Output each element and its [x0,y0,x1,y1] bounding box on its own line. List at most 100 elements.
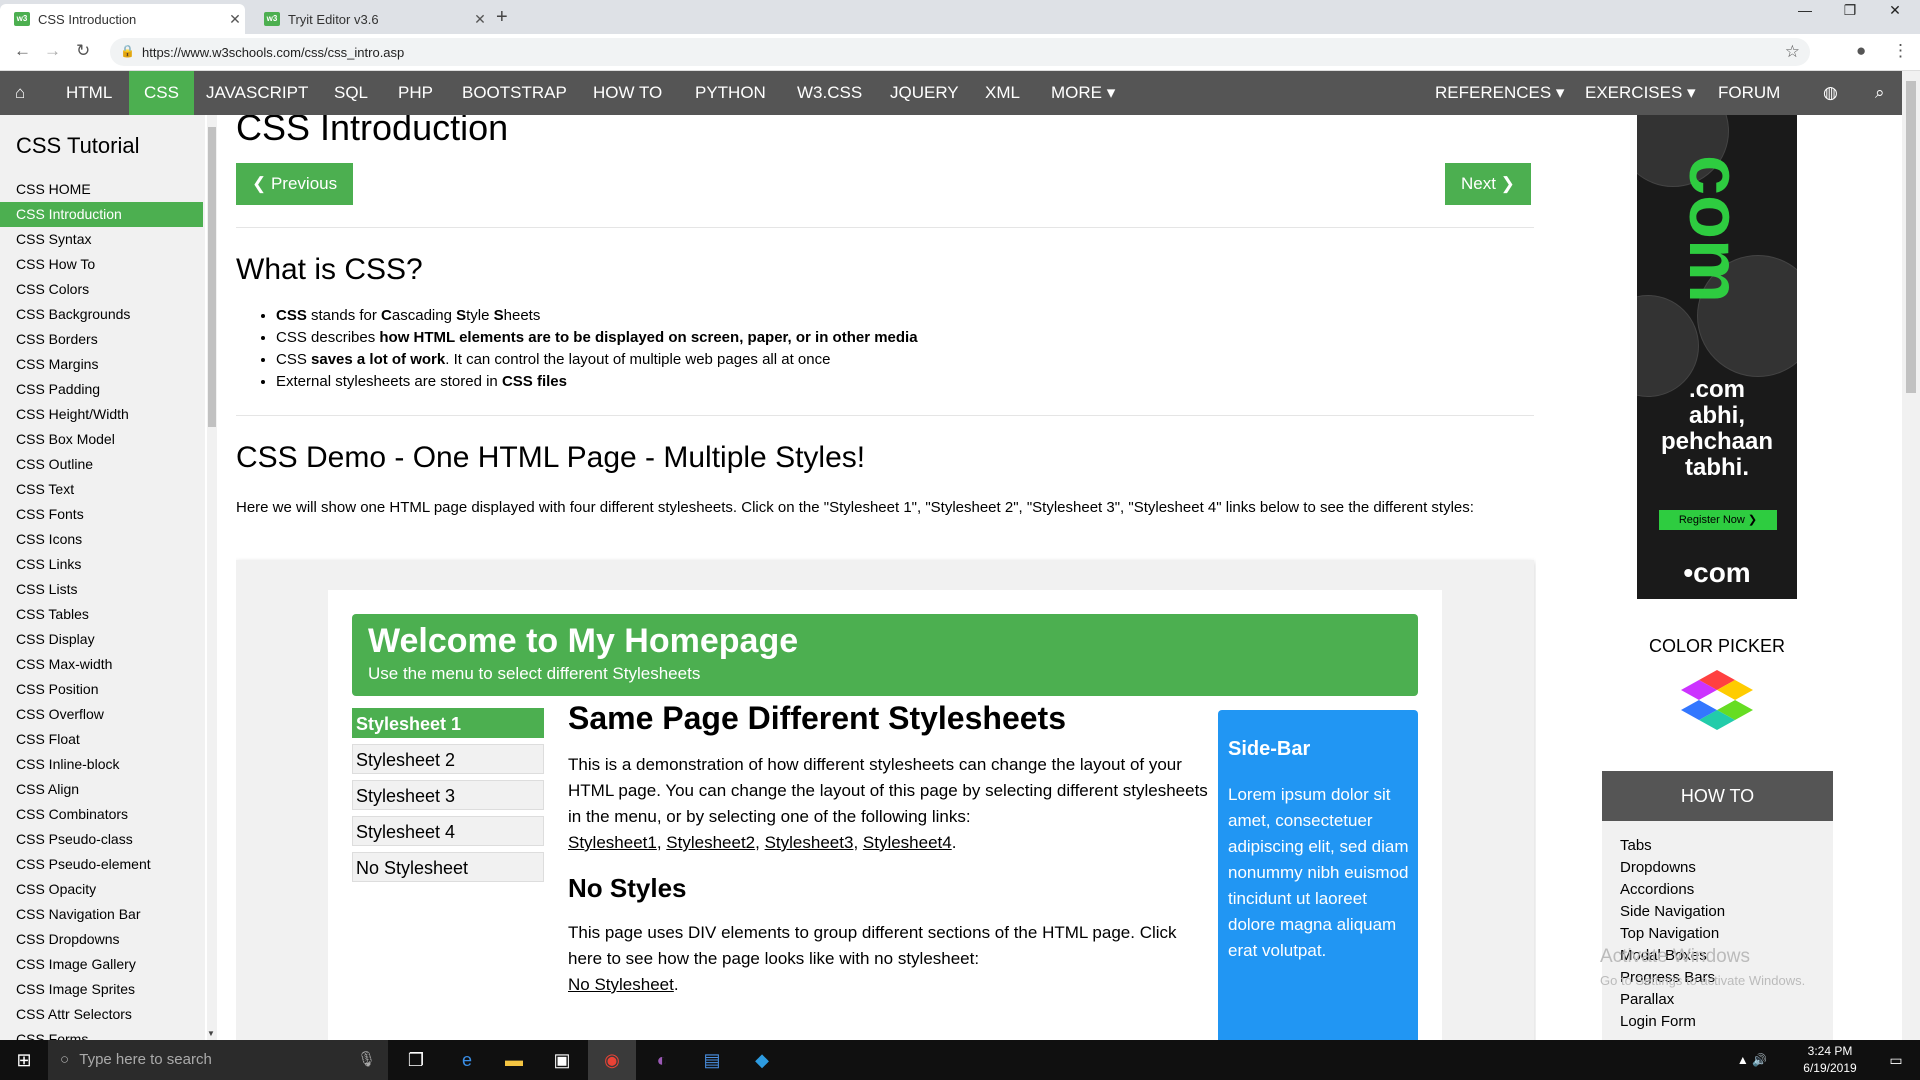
sidebar-item-css-align[interactable]: CSS Align [0,777,203,802]
sidebar-item-css-opacity[interactable]: CSS Opacity [0,877,203,902]
close-tab-icon[interactable]: ✕ [225,11,245,28]
sidebar-item-css-display[interactable]: CSS Display [0,627,203,652]
stylesheet3-inline-link[interactable]: Stylesheet3 [765,833,854,852]
sidebar-scrollbar[interactable]: ▼ [207,115,217,1040]
nav-more[interactable]: MORE ▾ [1036,71,1130,115]
nav-forum[interactable]: FORUM [1703,71,1795,115]
taskbar-search-box[interactable]: ○ Type here to search 🎙 [48,1040,388,1080]
no-stylesheet-link[interactable]: No Stylesheet [352,852,544,882]
howto-accordions-link[interactable]: Accordions [1620,881,1694,898]
sidebar-item-css-fonts[interactable]: CSS Fonts [0,502,203,527]
tab-tryit-editor[interactable]: w3 Tryit Editor v3.6 ✕ [250,4,490,34]
sidebar-item-css-image-sprites[interactable]: CSS Image Sprites [0,977,203,1002]
vscode-icon[interactable]: ◆ [738,1040,786,1080]
sidebar-item-css-dropdowns[interactable]: CSS Dropdowns [0,927,203,952]
nav-php[interactable]: PHP [383,71,448,115]
back-icon[interactable]: ← [14,41,31,61]
taskbar-clock[interactable]: 3:24 PM 6/19/2019 [1790,1043,1870,1077]
close-tab-icon[interactable]: ✕ [470,11,490,28]
howto-login-form-link[interactable]: Login Form [1620,1013,1696,1030]
nav-w3css[interactable]: W3.CSS [782,71,877,115]
sidebar-item-css-image-gallery[interactable]: CSS Image Gallery [0,952,203,977]
task-view-icon[interactable]: ❐ [392,1040,440,1080]
home-icon[interactable]: ⌂ [0,71,40,115]
sidebar-scroll-thumb[interactable] [208,127,216,427]
sidebar-item-css-forms[interactable]: CSS Forms [0,1027,203,1040]
scroll-down-arrow-icon[interactable]: ▼ [207,1029,215,1038]
nav-python[interactable]: PYTHON [680,71,781,115]
nav-javascript[interactable]: JAVASCRIPT [191,71,323,115]
advertisement[interactable]: com .com abhi, pehchaan tabhi. Register … [1637,115,1797,599]
sidebar-item-css-syntax[interactable]: CSS Syntax [0,227,203,252]
sidebar-item-css-combinators[interactable]: CSS Combinators [0,802,203,827]
howto-side-navigation-link[interactable]: Side Navigation [1620,903,1725,920]
sidebar-item-css-height-width[interactable]: CSS Height/Width [0,402,203,427]
sidebar-item-css-padding[interactable]: CSS Padding [0,377,203,402]
stylesheet-2-link[interactable]: Stylesheet 2 [352,744,544,774]
minimize-icon[interactable]: — [1785,2,1825,18]
stylesheet4-inline-link[interactable]: Stylesheet4 [863,833,952,852]
sidebar-item-css-links[interactable]: CSS Links [0,552,203,577]
sidebar-item-css-position[interactable]: CSS Position [0,677,203,702]
stylesheet-3-link[interactable]: Stylesheet 3 [352,780,544,810]
sidebar-item-css-inline-block[interactable]: CSS Inline-block [0,752,203,777]
nav-howto[interactable]: HOW TO [578,71,677,115]
forward-icon[interactable]: → [44,41,61,61]
tab-css-introduction[interactable]: w3 CSS Introduction ✕ [0,4,245,34]
stylesheet-1-link[interactable]: Stylesheet 1 [352,708,544,738]
tray-icons[interactable]: ▲ 🔊 [1728,1040,1776,1080]
sidebar-item-css-margins[interactable]: CSS Margins [0,352,203,377]
nav-xml[interactable]: XML [970,71,1035,115]
nav-exercises[interactable]: EXERCISES ▾ [1570,71,1711,115]
close-window-icon[interactable]: ✕ [1875,2,1915,19]
sidebar-item-css-max-width[interactable]: CSS Max-width [0,652,203,677]
url-field[interactable]: 🔒 https://www.w3schools.com/css/css_intr… [110,38,1810,66]
howto-dropdowns-link[interactable]: Dropdowns [1620,859,1696,876]
previous-button[interactable]: ❮ Previous [236,163,354,205]
notifications-icon[interactable]: ▭ [1872,1040,1920,1080]
page-scroll-thumb[interactable] [1906,81,1916,393]
sidebar-item-css-text[interactable]: CSS Text [0,477,203,502]
profile-icon[interactable]: ● [1856,41,1866,61]
edge-icon[interactable]: e [443,1040,491,1080]
bookmark-star-icon[interactable]: ☆ [1785,42,1800,62]
new-tab-icon[interactable]: + [496,6,508,29]
sidebar-item-css-borders[interactable]: CSS Borders [0,327,203,352]
sidebar-item-css-navigation-bar[interactable]: CSS Navigation Bar [0,902,203,927]
nav-css[interactable]: CSS [129,71,194,115]
windows-start-icon[interactable]: ⊞ [0,1040,48,1080]
store-icon[interactable]: ▣ [538,1040,586,1080]
howto-parallax-link[interactable]: Parallax [1620,991,1674,1008]
sidebar-item-css-pseudo-element[interactable]: CSS Pseudo-element [0,852,203,877]
sidebar-item-css-home[interactable]: CSS HOME [0,177,203,202]
nav-html[interactable]: HTML [51,71,127,115]
howto-tabs-link[interactable]: Tabs [1620,837,1652,854]
reload-icon[interactable]: ↻ [76,41,90,61]
globe-icon[interactable]: ◍ [1808,71,1853,115]
sidebar-item-css-colors[interactable]: CSS Colors [0,277,203,302]
howto-top-navigation-link[interactable]: Top Navigation [1620,925,1719,942]
stylesheet2-inline-link[interactable]: Stylesheet2 [666,833,755,852]
page-scrollbar[interactable] [1902,71,1920,1040]
restore-icon[interactable]: ❐ [1830,2,1870,19]
no-stylesheet-inline-link[interactable]: No Stylesheet [568,975,674,994]
next-button[interactable]: Next ❯ [1445,163,1531,205]
sidebar-item-css-overflow[interactable]: CSS Overflow [0,702,203,727]
eclipse-icon[interactable]: ◐ [638,1040,686,1080]
sidebar-item-css-outline[interactable]: CSS Outline [0,452,203,477]
sidebar-item-css-float[interactable]: CSS Float [0,727,203,752]
color-picker-hexagon-icon[interactable] [1680,670,1754,738]
microphone-icon[interactable]: 🎙 [357,1040,376,1080]
menu-kebab-icon[interactable]: ⋮ [1892,41,1909,61]
sidebar-item-css-attr-selectors[interactable]: CSS Attr Selectors [0,1002,203,1027]
notepad-icon[interactable]: ▤ [688,1040,736,1080]
sidebar-item-css-pseudo-class[interactable]: CSS Pseudo-class [0,827,203,852]
ad-register-button[interactable]: Register Now ❯ [1659,510,1777,530]
sidebar-item-css-backgrounds[interactable]: CSS Backgrounds [0,302,203,327]
stylesheet-4-link[interactable]: Stylesheet 4 [352,816,544,846]
sidebar-item-css-how-to[interactable]: CSS How To [0,252,203,277]
search-icon[interactable]: ⌕ [1860,71,1900,115]
nav-sql[interactable]: SQL [319,71,383,115]
chrome-icon[interactable]: ◉ [588,1040,636,1080]
nav-references[interactable]: REFERENCES ▾ [1420,71,1579,115]
